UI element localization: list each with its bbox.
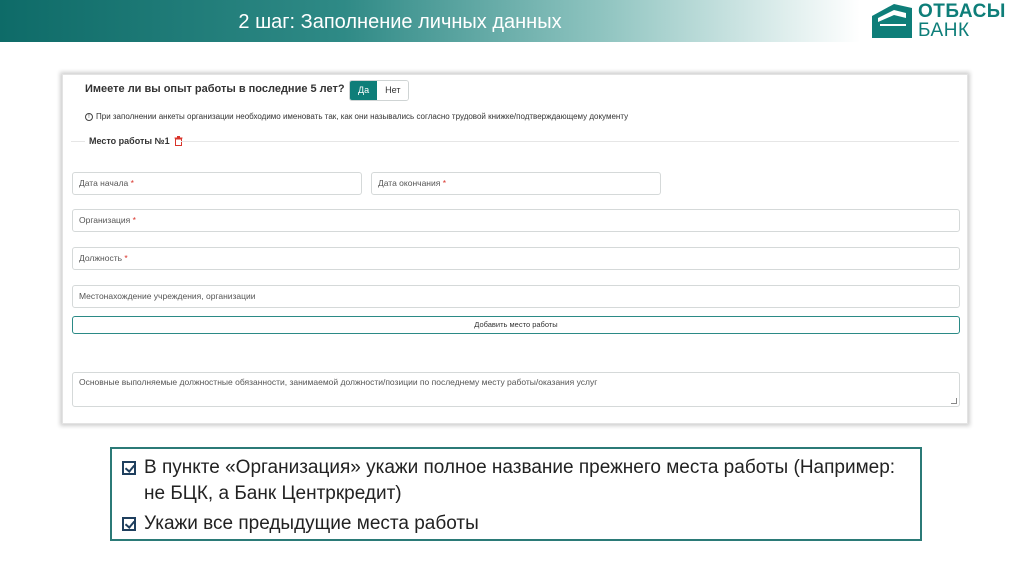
info-text: При заполнении анкеты организации необхо… <box>96 112 629 121</box>
logo-house-icon <box>872 4 912 38</box>
end-date-placeholder: Дата окончания <box>378 178 441 188</box>
info-note: ! При заполнении анкеты организации необ… <box>85 112 628 121</box>
duties-placeholder: Основные выполняемые должностные обязанн… <box>79 377 598 387</box>
instruction-text: Укажи все предыдущие места работы <box>144 513 479 534</box>
start-date-placeholder: Дата начала <box>79 178 129 188</box>
position-placeholder: Должность <box>79 253 123 263</box>
logo-text-line2: БАНК <box>918 20 970 41</box>
instruction-text: В пункте «Организация» укажи полное назв… <box>144 457 896 504</box>
resize-handle-icon[interactable] <box>951 398 957 404</box>
divider <box>181 141 959 142</box>
yes-option[interactable]: Да <box>350 81 378 100</box>
no-option[interactable]: Нет <box>377 81 409 100</box>
bank-logo: ОТБАСЫ БАНК <box>868 0 1024 42</box>
checkbox-bullet-icon <box>122 517 136 531</box>
workplace-section-title: Место работы №1 <box>89 136 183 146</box>
experience-toggle[interactable]: Да Нет <box>349 80 410 101</box>
duties-textarea[interactable]: Основные выполняемые должностные обязанн… <box>72 372 960 407</box>
start-date-field[interactable]: Дата начала * <box>72 172 362 195</box>
page-title: 2 шаг: Заполнение личных данных <box>238 11 562 33</box>
divider <box>71 141 85 142</box>
instruction-box: В пункте «Организация» укажи полное назв… <box>110 447 922 541</box>
checkbox-bullet-icon <box>122 461 136 475</box>
location-placeholder: Местонахождение учреждения, организации <box>79 291 256 301</box>
instruction-item: Укажи все предыдущие места работы <box>122 511 910 537</box>
end-date-field[interactable]: Дата окончания * <box>371 172 661 195</box>
required-mark: * <box>130 178 134 188</box>
location-field[interactable]: Местонахождение учреждения, организации <box>72 285 960 308</box>
form-screenshot: Имеете ли вы опыт работы в последние 5 л… <box>62 74 968 424</box>
organization-placeholder: Организация <box>79 215 131 225</box>
required-mark: * <box>124 253 128 263</box>
organization-field[interactable]: Организация * <box>72 209 960 232</box>
experience-question: Имеете ли вы опыт работы в последние 5 л… <box>85 83 345 95</box>
section-title-text: Место работы №1 <box>89 136 170 146</box>
info-icon: ! <box>85 112 93 121</box>
required-mark: * <box>442 178 447 188</box>
required-mark: * <box>132 215 136 225</box>
add-workplace-button[interactable]: Добавить место работы <box>72 316 960 334</box>
instruction-item: В пункте «Организация» укажи полное назв… <box>122 455 910 507</box>
position-field[interactable]: Должность * <box>72 247 960 270</box>
